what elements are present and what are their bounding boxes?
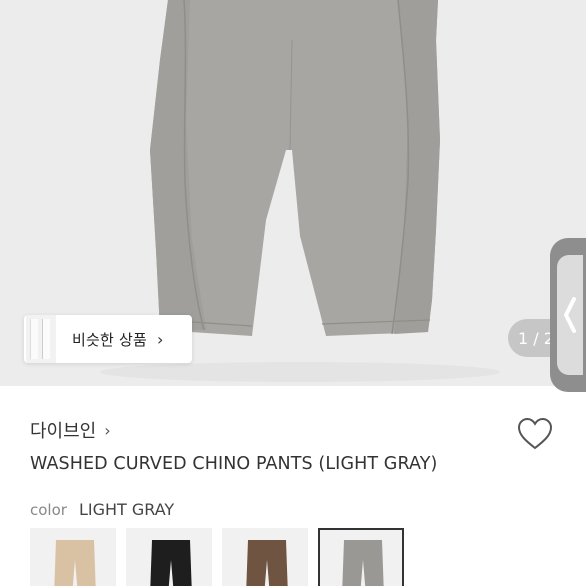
color-selection-row: color LIGHT GRAY	[30, 500, 174, 519]
side-panel-handle[interactable]	[550, 238, 586, 392]
color-swatch[interactable]	[222, 528, 308, 586]
side-panel-handle-inner	[557, 255, 583, 375]
brand-name: 다이브인	[30, 421, 97, 442]
chevron-left-icon	[564, 297, 576, 333]
color-swatch[interactable]	[30, 528, 116, 586]
product-title: WASHED CURVED CHINO PANTS (LIGHT GRAY)	[30, 454, 438, 474]
color-label: color	[30, 501, 67, 519]
similar-products-button[interactable]: 비슷한 상품 ›	[24, 315, 192, 363]
chevron-right-icon: ›	[104, 420, 111, 440]
chevron-right-icon: ›	[156, 329, 164, 349]
color-swatch-list	[30, 528, 404, 586]
heart-icon	[517, 417, 553, 450]
brand-link[interactable]: 다이브인 ›	[30, 417, 111, 443]
color-value: LIGHT GRAY	[78, 500, 175, 519]
color-swatch[interactable]	[126, 528, 212, 586]
wishlist-button[interactable]	[516, 416, 554, 452]
page-counter-text: 1 / 2	[518, 328, 554, 348]
similar-products-label: 비슷한 상품	[72, 330, 147, 349]
color-swatch[interactable]	[318, 528, 404, 586]
similar-products-thumbnail	[26, 315, 56, 363]
product-image-carousel[interactable]: 비슷한 상품 › 1 / 2	[0, 0, 586, 386]
